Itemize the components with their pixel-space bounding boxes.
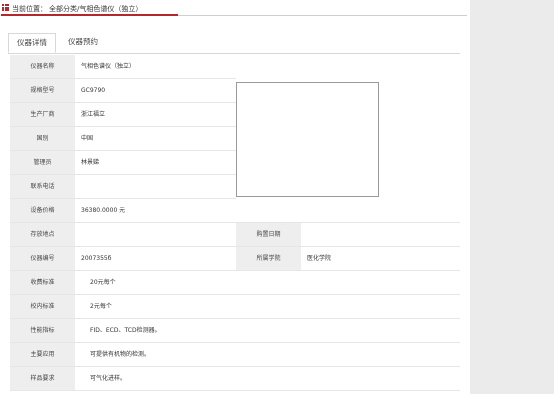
tab-instrument-details[interactable]: 仪器详情 [8,33,56,53]
manager-label: 管理员 [10,151,75,175]
performance-value: FID、ECD、TCD检测器。 [75,319,460,343]
table-row: 仪器编号 2007355б 所属学院 医化学院 [10,247,460,271]
table-row: 联系电话 [10,175,460,199]
location-label: 存放地点 [10,223,75,247]
maker-value: 浙江福立 [75,103,236,127]
table-row: 管理员 林景娣 [10,151,460,175]
table-row: 样品要求 可气化进样。 [10,367,460,391]
breadcrumb-underline [1,14,178,16]
name-value: 气相色谱仪（独立） [75,55,236,79]
maker-label: 生产厂商 [10,103,75,127]
fee-internal-value: 2元每个 [75,295,460,319]
country-value: 中国 [75,127,236,151]
fee-internal-label: 校内标准 [10,295,75,319]
price-label: 设备价格 [10,199,75,223]
table-row: 仪器名称 气相色谱仪（独立） [10,55,460,79]
location-value [75,223,236,247]
table-row: 性能指标 FID、ECD、TCD检测器。 [10,319,460,343]
breadcrumb-path[interactable]: 全部分类/气相色谱仪（独立） [49,5,142,13]
sample-value: 可气化进样。 [75,367,460,391]
table-row: 设备价格 36380.0000 元 [10,199,460,223]
model-value: GC9790 [75,79,236,103]
table-row: 存放地点 购置日期 [10,223,460,247]
breadcrumb-text: 当前位置： 全部分类/气相色谱仪（独立） [12,4,142,14]
table-row: 校内标准 2元每个 [10,295,460,319]
performance-label: 性能指标 [10,319,75,343]
number-label: 仪器编号 [10,247,75,271]
fee-external-value: 20元每个 [75,271,460,295]
grid-icon [2,4,9,11]
breadcrumb-label: 当前位置： [12,5,47,13]
contact-value [75,175,236,199]
college-label: 所属学院 [236,247,301,271]
college-value: 医化学院 [301,247,460,271]
side-panel [470,0,554,394]
table-row: 规格型号 GC9790 [10,79,460,103]
tab-bar: 仪器详情 仪器预约 [8,33,460,54]
manager-value: 林景娣 [75,151,236,175]
purchase-date-value [301,223,460,247]
usage-value: 可提供有机物的检测。 [75,343,460,367]
tab-instrument-booking[interactable]: 仪器预约 [62,33,104,53]
table-row: 主要应用 可提供有机物的检测。 [10,343,460,367]
number-value: 2007355б [75,247,236,271]
fee-external-label: 收费标准 [10,271,75,295]
sample-label: 样品要求 [10,367,75,391]
breadcrumb: 当前位置： 全部分类/气相色谱仪（独立） [1,1,467,16]
instrument-photo [236,82,379,197]
table-row: 收费标准 20元每个 [10,271,460,295]
table-row: 国别 中国 [10,127,460,151]
name-label: 仪器名称 [10,55,75,79]
country-label: 国别 [10,127,75,151]
contact-label: 联系电话 [10,175,75,199]
usage-label: 主要应用 [10,343,75,367]
price-value: 36380.0000 元 [75,199,460,223]
purchase-date-label: 购置日期 [236,223,301,247]
model-label: 规格型号 [10,79,75,103]
table-row: 生产厂商 浙江福立 [10,103,460,127]
